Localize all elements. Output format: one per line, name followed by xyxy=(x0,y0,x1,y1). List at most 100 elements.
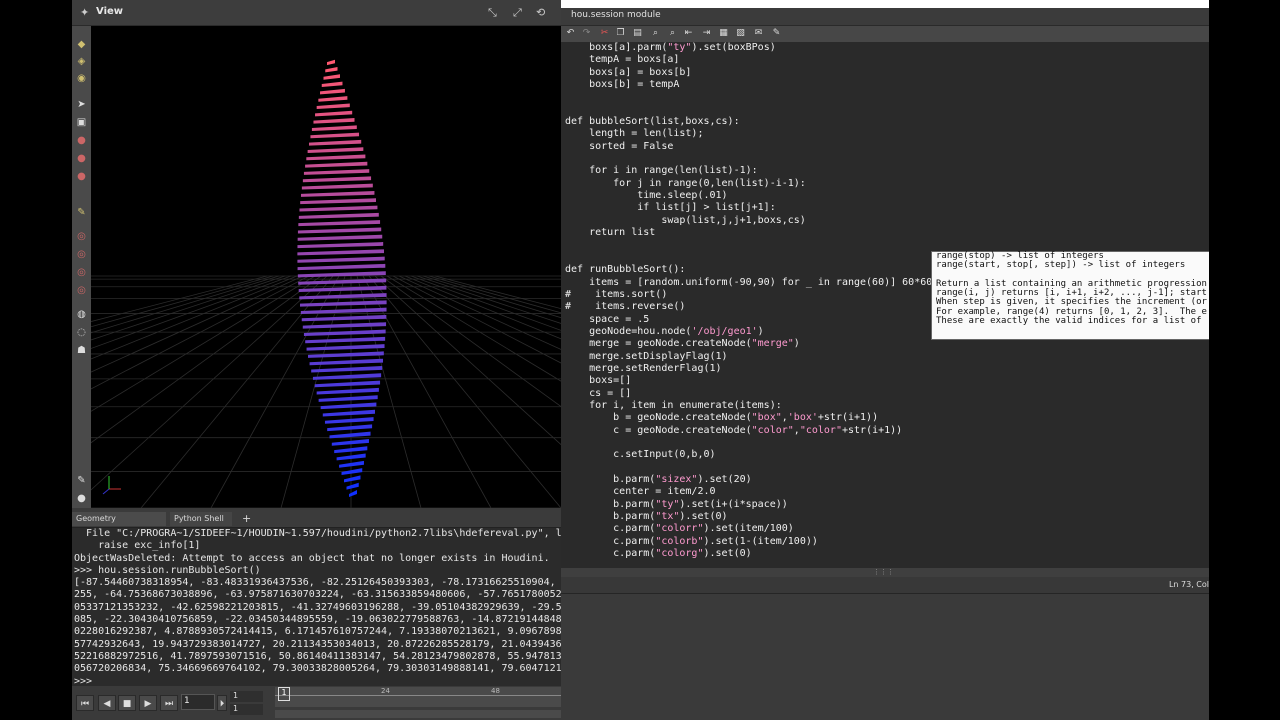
shell-tabs: Geometry Spreadsheet Python Shell + xyxy=(72,510,561,537)
undo-icon[interactable]: ↶ xyxy=(565,28,576,39)
code-line: for i in range(len(list)-1): xyxy=(565,165,758,177)
cursor-position: Ln 73, Col xyxy=(1168,580,1209,589)
code-line: tempA = boxs[a] xyxy=(565,54,680,66)
left-margin xyxy=(0,0,72,720)
code-line: if list[j] > list[j+1]: xyxy=(565,202,776,214)
viewport-scene xyxy=(91,26,561,508)
outdent-icon[interactable]: ⇥ xyxy=(701,28,712,39)
select-arrow-icon[interactable]: ➤ xyxy=(75,98,88,111)
shell-line: 05337121353232, -42.62598221203815, -41.… xyxy=(74,601,561,613)
code-line: time.sleep(.01) xyxy=(565,190,728,202)
cut-icon[interactable]: ✂ xyxy=(599,28,610,39)
point-snap-icon[interactable]: ◎ xyxy=(75,284,88,297)
uncomment-icon[interactable]: ▧ xyxy=(735,28,746,39)
shell-line: 52216882972516, 41.7897593071516, 50.861… xyxy=(74,650,561,662)
code-line: merge.setDisplayFlag(1) xyxy=(565,350,728,362)
code-line: boxs=[] xyxy=(565,375,632,387)
code-line: sorted = False xyxy=(565,140,674,152)
timeline-bar: ⏮ ◀ ■ ▶ ⏭ 1 ⏵ 1 1 1 24 48 xyxy=(72,686,561,720)
code-line: b = geoNode.createNode("box",'box'+str(i… xyxy=(565,412,879,424)
code-line: def bubbleSort(list,boxs,cs): xyxy=(565,116,740,128)
shell-line: 085, -22.30430410756859, -22.03450344895… xyxy=(74,614,561,626)
tooltip-line: These are exactly the valid indices for … xyxy=(936,316,1202,327)
magnet-icon[interactable]: ◎ xyxy=(75,248,88,261)
refresh-icon[interactable]: ⟲ xyxy=(536,6,545,19)
view-tool-icon[interactable]: ◆ xyxy=(75,38,88,51)
editor-toolbar: ↶ ↷ ✂ ❐ ▤ ⌕ ⌕ ⇤ ⇥ ▦ ▧ ✉ ✎ xyxy=(561,26,1209,42)
code-line: boxs[a].parm("ty").set(boxBPos) xyxy=(565,42,776,53)
play-button[interactable]: ▶ xyxy=(139,695,157,711)
tab-geometry-spreadsheet[interactable]: Geometry Spreadsheet xyxy=(72,512,166,537)
shell-line: >>> xyxy=(74,675,93,686)
shell-line: 056720206834, 75.34669669764102, 79.3003… xyxy=(74,663,561,675)
frame-field[interactable]: 1 xyxy=(181,694,215,710)
splitter-grip-icon[interactable]: ⋮⋮⋮ xyxy=(873,568,894,576)
autocomplete-tooltip: range(stop) -> list of integers range(sta… xyxy=(931,251,1223,340)
grid-snap-icon[interactable]: ◎ xyxy=(75,266,88,279)
light-icon[interactable]: ◌ xyxy=(75,326,88,339)
pin-icon[interactable]: ⤡ xyxy=(488,6,497,20)
display-icon[interactable]: ● xyxy=(75,492,88,505)
code-line: c.parm("colorg").set(0) xyxy=(565,548,752,560)
first-frame-button[interactable]: ⏮ xyxy=(76,695,94,711)
current-frame-marker[interactable]: 1 xyxy=(278,687,290,701)
render-icon[interactable]: ☗ xyxy=(75,344,88,357)
shell-line: 255, -64.75368673038896, -63.97587163070… xyxy=(74,589,561,601)
code-line: b.parm("sizex").set(20) xyxy=(565,474,752,486)
edit-icon[interactable]: ✎ xyxy=(771,28,782,39)
copy-icon[interactable]: ❐ xyxy=(615,28,626,39)
range-slider[interactable] xyxy=(275,710,561,718)
snap-icon[interactable]: ◎ xyxy=(75,230,88,243)
rotate-icon[interactable]: ● xyxy=(75,152,88,165)
pen-icon[interactable]: ✎ xyxy=(75,474,88,487)
brush-icon[interactable]: ✎ xyxy=(75,206,88,219)
indent-icon[interactable]: ⇤ xyxy=(683,28,694,39)
transform-icon[interactable]: ● xyxy=(75,134,88,147)
editor-title: hou.session module xyxy=(571,10,661,20)
editor-header: hou.session module xyxy=(561,8,1209,26)
add-tab-button[interactable]: + xyxy=(238,512,255,526)
code-line: b.parm("tx").set(0) xyxy=(565,511,728,523)
code-line: merge = geoNode.createNode("merge") xyxy=(565,338,800,350)
scale-icon[interactable]: ● xyxy=(75,170,88,183)
code-line: c.setInput(0,b,0) xyxy=(565,449,716,461)
link-icon[interactable]: ⤢ xyxy=(513,6,522,20)
code-line: center = item/2.0 xyxy=(565,486,716,498)
code-line: for i, item in enumerate(items): xyxy=(565,399,782,411)
code-line: c.parm("colorb").set(1-(item/100)) xyxy=(565,535,818,547)
help-icon[interactable]: ✉ xyxy=(753,28,764,39)
frame-step-button[interactable]: ⏵ xyxy=(217,695,227,711)
prev-frame-button[interactable]: ◀ xyxy=(98,695,116,711)
shell-line: raise exc_info[1] xyxy=(74,540,201,552)
shell-line: 57742932643, 19.943729383014727, 20.2113… xyxy=(74,638,561,650)
lock-icon[interactable]: ▣ xyxy=(75,116,88,129)
viewer-header: ✦ View ⤡ ⤢ ⟲ xyxy=(72,0,561,26)
code-line: for j in range(0,len(list)-i-1): xyxy=(565,177,806,189)
replace-icon[interactable]: ⌕ xyxy=(667,28,678,39)
handle-tool-icon[interactable]: ◈ xyxy=(75,55,88,68)
python-shell-output[interactable]: File "C:/PROGRA~1/SIDEEF~1/HOUDIN~1.597/… xyxy=(72,528,561,686)
scene-viewer-pane: ✦ View ⤡ ⤢ ⟲ ◆ ◈ ◉ ➤ ▣ ● ● ● ✎ ◎ ◎ ◎ ◎ ◍… xyxy=(72,0,561,720)
timeline-scrubber[interactable]: 1 24 48 xyxy=(275,687,561,707)
stop-button[interactable]: ■ xyxy=(118,695,136,711)
tab-python-shell[interactable]: Python Shell xyxy=(170,512,232,526)
shell-line: File "C:/PROGRA~1/SIDEEF~1/HOUDIN~1.597/… xyxy=(74,528,561,539)
code-line: cs = [] xyxy=(565,387,632,399)
last-frame-button[interactable]: ⏭ xyxy=(160,695,178,711)
range-end[interactable]: 1 xyxy=(230,704,263,715)
range-start[interactable]: 1 xyxy=(230,691,263,702)
editor-empty-panel xyxy=(561,594,1209,720)
camera-icon[interactable]: ◍ xyxy=(75,308,88,321)
find-icon[interactable]: ⌕ xyxy=(650,28,661,39)
pose-tool-icon[interactable]: ◉ xyxy=(75,72,88,85)
code-line: boxs[b] = tempA xyxy=(565,79,680,91)
3d-viewport[interactable] xyxy=(91,26,561,508)
redo-icon[interactable]: ↷ xyxy=(581,28,592,39)
viewer-options-icon[interactable]: ✦ xyxy=(80,6,89,19)
comment-icon[interactable]: ▦ xyxy=(718,28,729,39)
right-margin xyxy=(1209,0,1280,720)
paste-icon[interactable]: ▤ xyxy=(632,28,643,39)
